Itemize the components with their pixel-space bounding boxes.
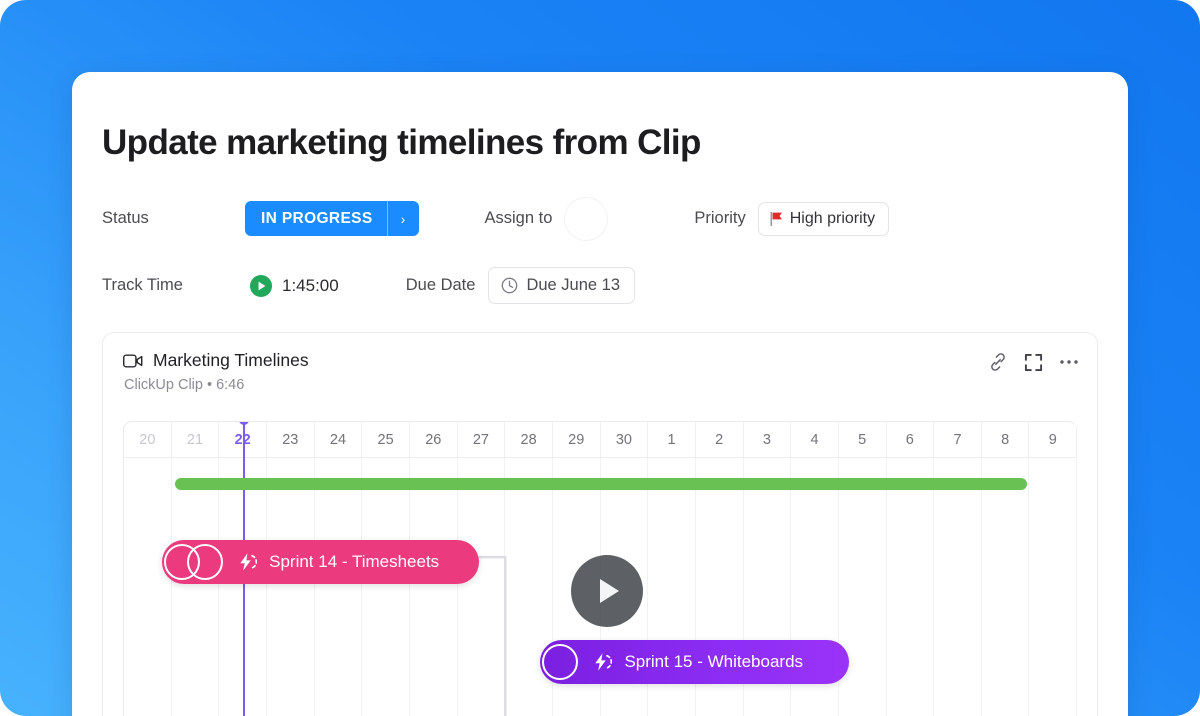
gantt-day-25[interactable]: 25 [362,422,410,457]
gantt-day-4[interactable]: 4 [791,422,839,457]
sprint-icon [235,551,258,573]
expand-icon[interactable] [1024,353,1043,372]
play-icon [600,579,620,603]
gantt-day-28[interactable]: 28 [505,422,553,457]
gantt-day-5[interactable]: 5 [839,422,887,457]
meta-row-primary: Status IN PROGRESS › Assign to Priority [102,195,1098,243]
gantt-day-9[interactable]: 9 [1029,422,1077,457]
gantt-grid-column [315,458,363,716]
clock-icon [502,277,518,294]
priority-label: Priority [694,209,746,227]
gantt-day-1[interactable]: 1 [648,422,696,457]
task-label: Sprint 14 - Timesheets [269,552,440,571]
gantt-day-2[interactable]: 2 [696,422,744,457]
clip-subtitle: ClickUp Clip • 6:46 [124,377,245,393]
gantt-task-bar-sprint-14[interactable]: Sprint 14 - Timesheets [162,540,479,584]
gantt-chart: 2021222324252627282930123456789 [123,421,1077,716]
gantt-grid-column [887,458,935,716]
gantt-day-21[interactable]: 21 [172,422,220,457]
gantt-day-29[interactable]: 29 [553,422,601,457]
gantt-grid-column [124,458,172,716]
ellipsis-icon[interactable] [1059,358,1079,366]
gantt-day-27[interactable]: 27 [458,422,506,457]
clip-play-button[interactable] [570,555,643,627]
clip-title: Marketing Timelines [153,350,309,370]
assignee-avatar[interactable] [565,197,608,240]
track-time-value: 1:45:00 [282,275,339,295]
clip-header: Marketing Timelines ClickUp Clip • 6:46 [103,333,1097,393]
gantt-day-7[interactable]: 7 [934,422,982,457]
gantt-day-24[interactable]: 24 [315,422,363,457]
video-camera-icon [123,353,143,368]
assignee-label: Assign to [484,209,553,227]
gantt-date-ruler: 2021222324252627282930123456789 [124,422,1077,458]
sprint-icon [590,651,613,673]
gantt-day-8[interactable]: 8 [982,422,1030,457]
task-assignee-avatars[interactable] [162,544,224,580]
track-time-label: Track Time [102,276,183,294]
meta-row-secondary: Track Time 1:45:00 Due Date Due June 13 [102,262,1098,310]
track-time-control[interactable]: 1:45:00 [250,274,339,297]
gantt-body: Sprint 14 - Timesheets Sprint 15 - White… [124,422,1077,716]
gantt-grid-column [172,458,220,716]
gantt-day-30[interactable]: 30 [601,422,649,457]
due-date-button[interactable]: Due June 13 [488,267,636,304]
gantt-grid-column [458,458,506,716]
gantt-task-bar-sprint-15[interactable]: Sprint 15 - Whiteboards [540,640,850,684]
gantt-grid-column [1029,458,1077,716]
page-title: Update marketing timelines from Clip [102,123,701,162]
project-summary-bar[interactable] [175,478,1028,490]
task-meta-fields: Status IN PROGRESS › Assign to Priority [102,195,1098,310]
link-icon[interactable] [988,352,1008,372]
due-date-value: Due June 13 [526,276,621,294]
flag-icon [770,211,782,226]
clip-embed-panel: Marketing Timelines ClickUp Clip • 6:46 [102,332,1098,716]
gantt-day-20[interactable]: 20 [124,422,172,457]
play-circle-icon[interactable] [250,274,272,297]
chevron-right-icon[interactable]: › [386,201,419,236]
due-date-label: Due Date [405,276,476,294]
task-assignee-avatars[interactable] [540,644,579,680]
clip-title-line: Marketing Timelines [123,350,1077,371]
gantt-day-3[interactable]: 3 [744,422,792,457]
priority-button[interactable]: High priority [757,201,890,236]
task-detail-card: Update marketing timelines from Clip Sta… [72,72,1128,716]
status-label: Status [102,209,149,227]
gantt-grid-column [267,458,315,716]
avatar [542,644,579,680]
gantt-day-26[interactable]: 26 [410,422,458,457]
status-button[interactable]: IN PROGRESS › [245,201,419,236]
task-label: Sprint 15 - Whiteboards [624,652,804,671]
gantt-grid-column [934,458,982,716]
avatar [187,544,224,580]
gantt-grid-column [982,458,1030,716]
gantt-grid-column [839,458,887,716]
priority-value: High priority [789,209,876,227]
gantt-day-6[interactable]: 6 [887,422,935,457]
gantt-grid-column [362,458,410,716]
gantt-day-23[interactable]: 23 [267,422,315,457]
status-value: IN PROGRESS [261,209,373,227]
clip-action-bar [988,352,1079,372]
gantt-grid-column [410,458,458,716]
